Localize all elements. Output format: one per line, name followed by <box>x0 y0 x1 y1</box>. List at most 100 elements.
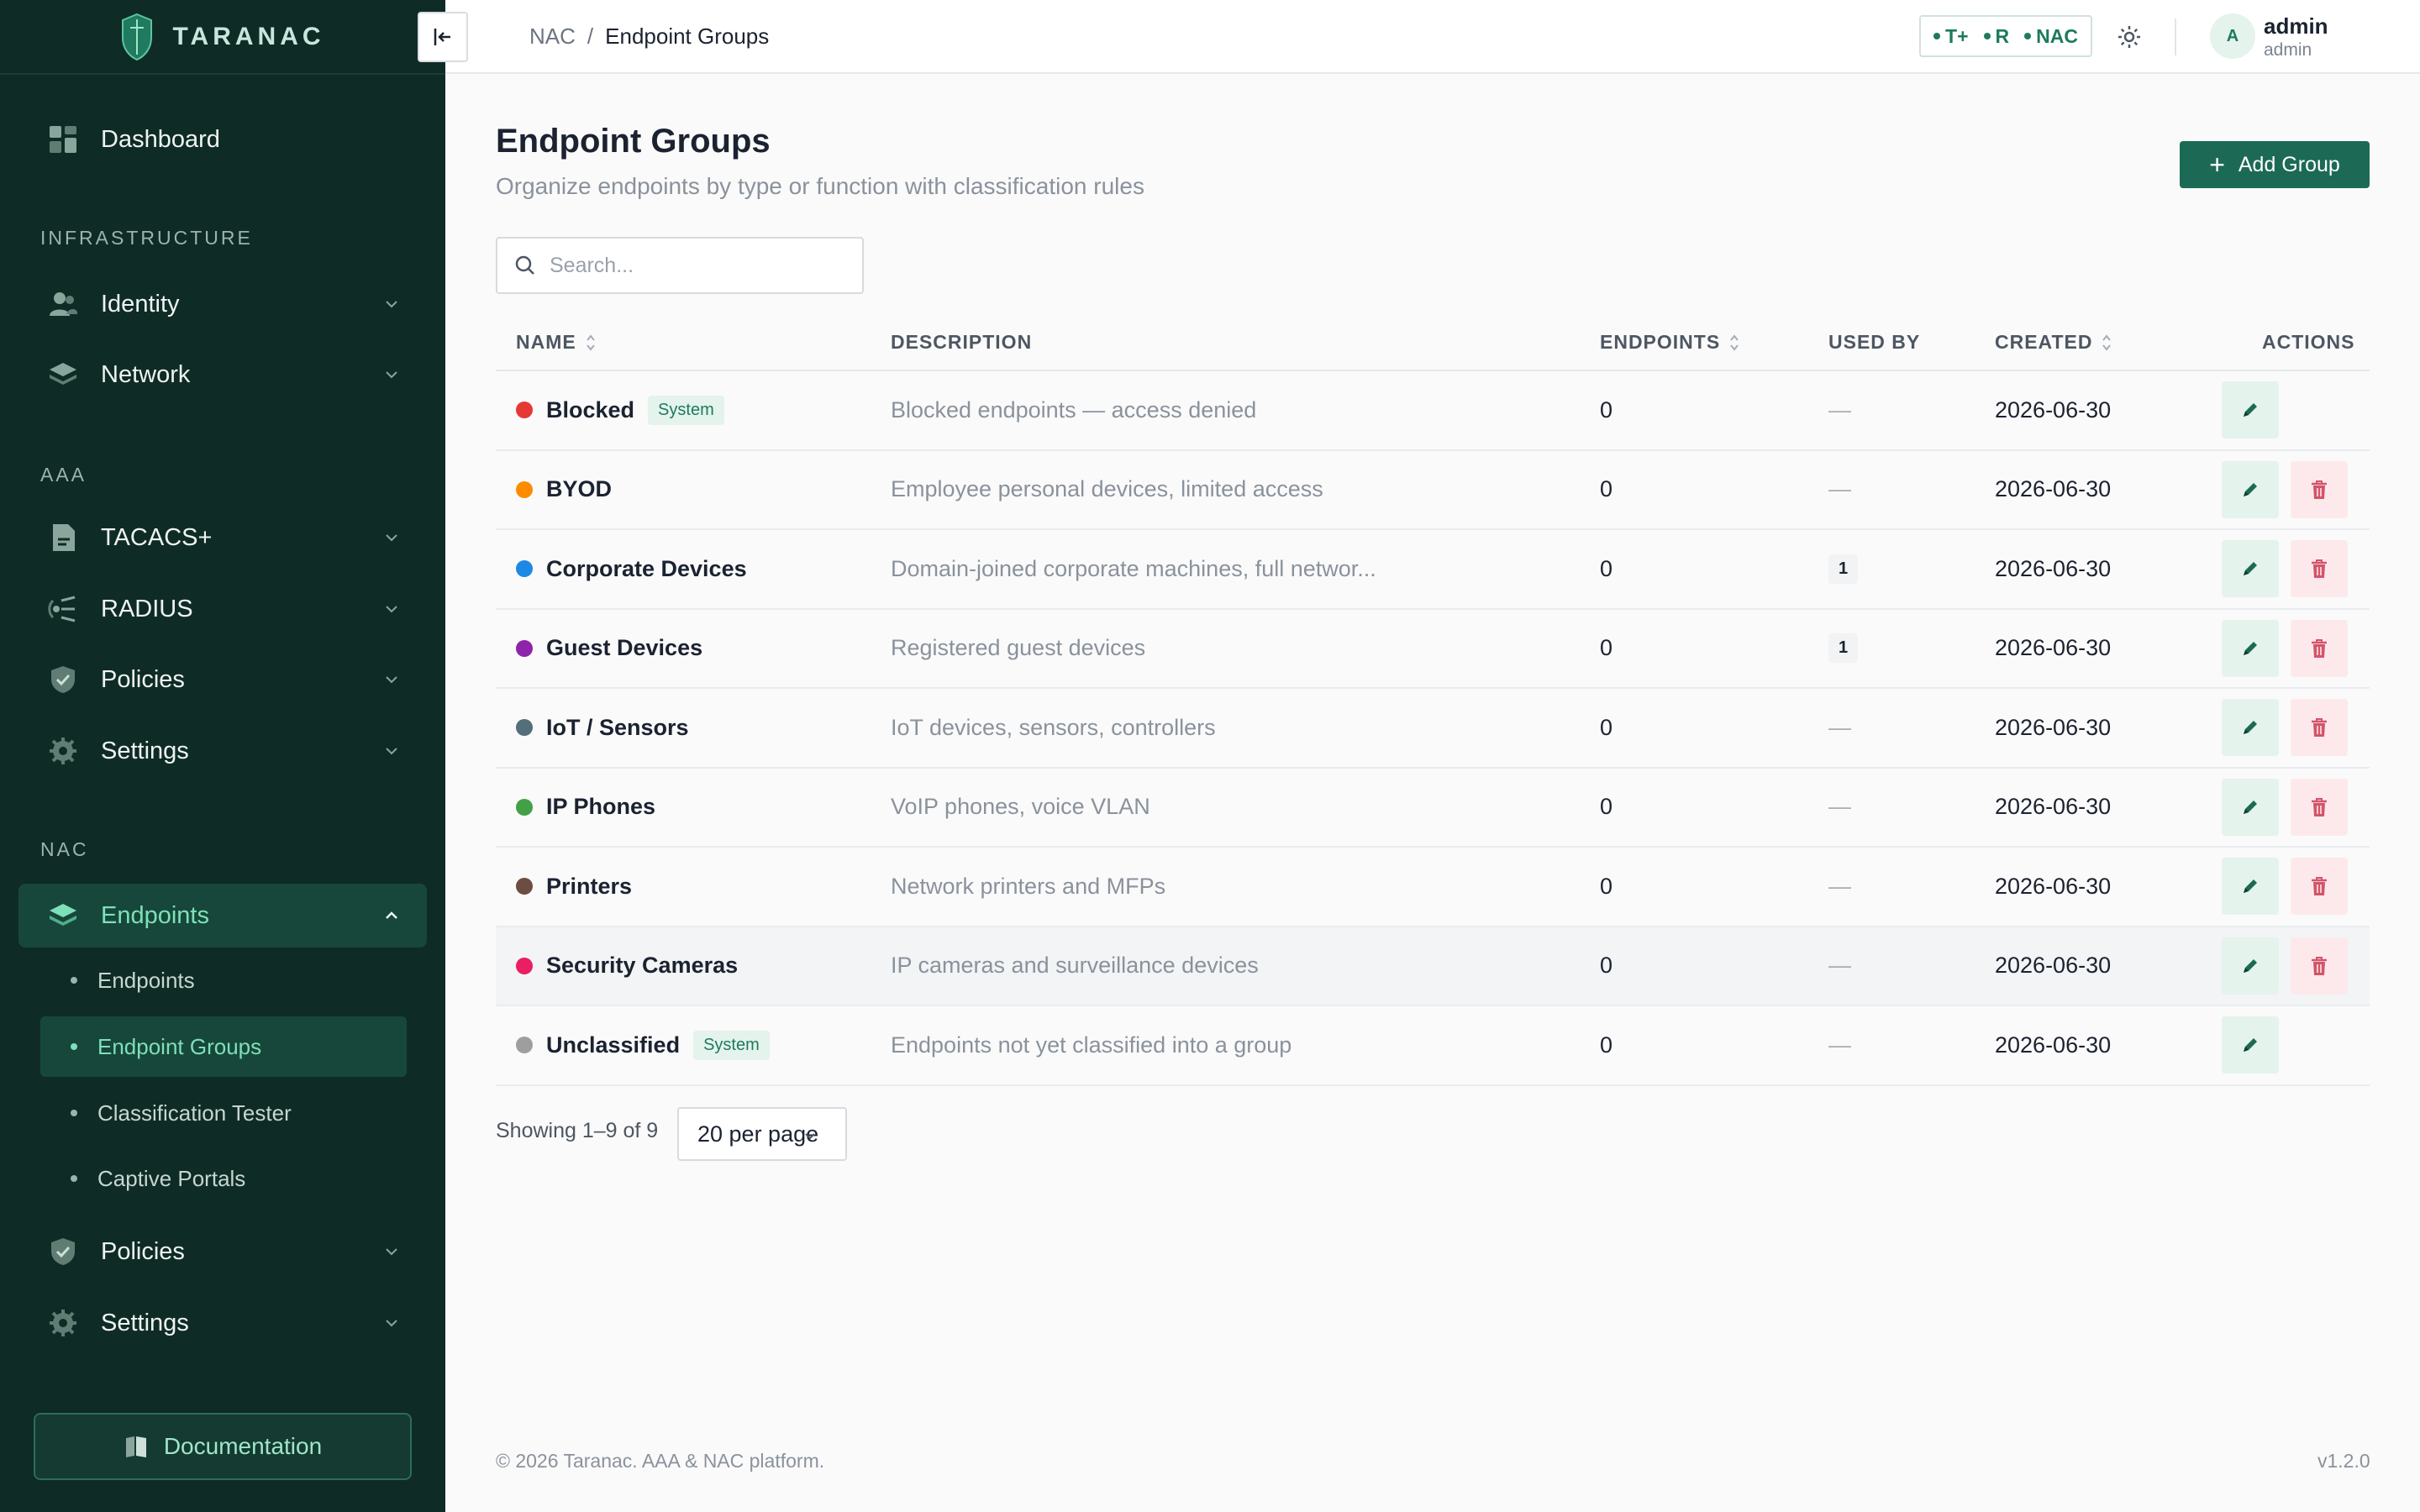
sort-icon <box>586 333 595 351</box>
group-color-dot <box>516 798 533 816</box>
plus-icon: + <box>2209 150 2225 180</box>
sidebar-item-identity[interactable]: Identity <box>18 272 427 336</box>
edit-button[interactable] <box>2222 778 2279 836</box>
table-row[interactable]: Unclassified System Endpoints not yet cl… <box>496 1006 2370 1086</box>
edit-button[interactable] <box>2222 619 2279 677</box>
delete-button[interactable] <box>2291 937 2348 995</box>
trash-icon <box>2312 877 2327 896</box>
sidebar-subitem-label: Captive Portals <box>97 1165 246 1191</box>
gear-icon <box>47 1307 79 1339</box>
documentation-button[interactable]: Documentation <box>34 1413 412 1480</box>
delete-button[interactable] <box>2291 460 2348 518</box>
sun-icon <box>2118 26 2140 48</box>
edit-button[interactable] <box>2222 1016 2279 1074</box>
add-group-button[interactable]: + Add Group <box>2180 141 2370 188</box>
sidebar-item-nac-settings[interactable]: Settings <box>18 1291 427 1355</box>
used-by-badge[interactable]: 1 <box>1828 633 1859 664</box>
edit-button[interactable] <box>2222 858 2279 916</box>
used-by-cell: — <box>1828 769 1851 847</box>
brand[interactable]: TARANAC <box>0 0 445 75</box>
trash-icon <box>2312 956 2327 975</box>
used-by-badge[interactable]: 1 <box>1828 554 1859 584</box>
table-row[interactable]: Blocked System Blocked endpoints — acces… <box>496 371 2370 451</box>
theme-toggle-button[interactable] <box>2112 20 2146 54</box>
table-row[interactable]: Guest Devices Registered guest devices 0… <box>496 610 2370 689</box>
edit-button[interactable] <box>2222 460 2279 518</box>
pencil-icon <box>2244 641 2257 655</box>
sidebar-subitem-classification-tester[interactable]: Classification Tester <box>40 1083 407 1143</box>
breadcrumb-current: Endpoint Groups <box>605 24 770 49</box>
delete-button[interactable] <box>2291 619 2348 677</box>
sidebar-item-tacacs[interactable]: TACACS+ <box>18 506 427 570</box>
sort-icon <box>1730 333 1739 351</box>
collapse-left-icon <box>434 29 450 45</box>
collapse-sidebar-button[interactable] <box>418 12 468 62</box>
search-input[interactable] <box>550 253 852 278</box>
sidebar-item-nac-policies[interactable]: Policies <box>18 1220 427 1284</box>
group-name[interactable]: Guest Devices <box>546 635 702 661</box>
sidebar-item-settings[interactable]: Settings <box>18 719 427 783</box>
pencil-icon <box>2244 562 2257 576</box>
sidebar-item-dashboard[interactable]: Dashboard <box>18 108 427 171</box>
table-row[interactable]: IP Phones VoIP phones, voice VLAN 0 — 20… <box>496 769 2370 848</box>
edit-button[interactable] <box>2222 381 2279 439</box>
created-date: 2026-06-30 <box>1995 953 2112 979</box>
edit-button[interactable] <box>2222 699 2279 757</box>
group-name-cell: Unclassified System <box>516 1006 770 1084</box>
chevron-down-icon <box>386 534 397 542</box>
delete-button[interactable] <box>2291 540 2348 598</box>
per-page-select[interactable]: 20 per page <box>677 1107 847 1161</box>
group-name[interactable]: Unclassified <box>546 1032 680 1058</box>
table-row[interactable]: Printers Network printers and MFPs 0 — 2… <box>496 848 2370 927</box>
column-label: ACTIONS <box>2262 331 2355 353</box>
group-color-dot <box>516 560 533 578</box>
group-name[interactable]: IoT / Sensors <box>546 715 689 741</box>
group-name[interactable]: Blocked <box>546 397 634 423</box>
table-row[interactable]: Security Cameras IP cameras and surveill… <box>496 927 2370 1006</box>
column-header-endpoints[interactable]: ENDPOINTS <box>1600 331 1740 354</box>
column-header-created[interactable]: CREATED <box>1995 331 2112 354</box>
group-name-cell: BYOD <box>516 451 612 529</box>
sidebar-item-label: Policies <box>101 1237 185 1265</box>
chevron-up-icon <box>386 911 397 919</box>
sidebar-item-network[interactable]: Network <box>18 343 427 407</box>
sidebar-subitem-endpoint-groups[interactable]: Endpoint Groups <box>40 1016 407 1077</box>
column-header-name[interactable]: NAME <box>516 331 597 354</box>
delete-button[interactable] <box>2291 858 2348 916</box>
edit-button[interactable] <box>2222 937 2279 995</box>
table-row[interactable]: Corporate Devices Domain-joined corporat… <box>496 530 2370 610</box>
group-name[interactable]: Security Cameras <box>546 953 738 979</box>
endpoint-count: 0 <box>1600 794 1613 820</box>
group-name[interactable]: Printers <box>546 874 632 900</box>
sidebar-item-policies[interactable]: Policies <box>18 648 427 711</box>
avatar[interactable]: A <box>2210 13 2255 59</box>
footer-copyright: © 2026 Taranac. AAA & NAC platform. <box>496 1450 825 1472</box>
group-name[interactable]: Corporate Devices <box>546 556 747 582</box>
created-date: 2026-06-30 <box>1995 1032 2112 1058</box>
delete-button[interactable] <box>2291 778 2348 836</box>
table-row[interactable]: BYOD Employee personal devices, limited … <box>496 451 2370 530</box>
mode-label: R <box>1995 24 2010 47</box>
used-by-cell: 1 <box>1828 530 1859 608</box>
created-date: 2026-06-30 <box>1995 555 2112 581</box>
sidebar-subitem-captive-portals[interactable]: Captive Portals <box>40 1148 407 1209</box>
delete-button[interactable] <box>2291 699 2348 757</box>
breadcrumb-parent[interactable]: NAC <box>529 24 576 50</box>
used-by-cell: — <box>1828 451 1851 529</box>
sidebar-item-radius[interactable]: RADIUS <box>18 577 427 641</box>
breadcrumb-separator: / <box>587 24 594 49</box>
group-name[interactable]: IP Phones <box>546 794 655 820</box>
sidebar-subitem-endpoints[interactable]: Endpoints <box>40 950 407 1011</box>
table-row[interactable]: IoT / Sensors IoT devices, sensors, cont… <box>496 689 2370 769</box>
system-badge: System <box>693 1030 770 1060</box>
row-actions <box>2222 689 2348 767</box>
topbar: NAC / Endpoint Groups T+ R NAC A admin a… <box>445 0 2420 74</box>
group-name[interactable]: BYOD <box>546 476 612 502</box>
user-name[interactable]: admin <box>2264 13 2328 39</box>
used-by-empty: — <box>1828 873 1851 899</box>
edit-button[interactable] <box>2222 540 2279 598</box>
column-label: CREATED <box>1995 331 2093 353</box>
group-color-dot <box>516 1037 533 1054</box>
page-title: Endpoint Groups <box>496 123 771 160</box>
sidebar-item-endpoints[interactable]: Endpoints <box>18 884 427 948</box>
